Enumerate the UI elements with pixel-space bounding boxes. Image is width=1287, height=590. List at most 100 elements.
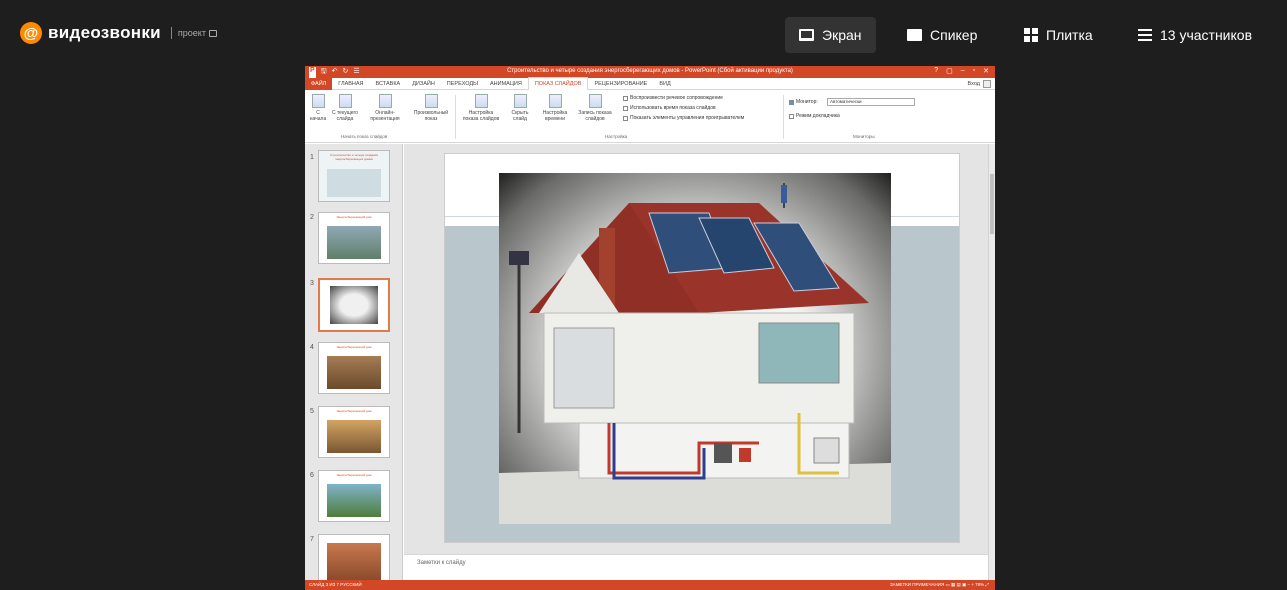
- checkbox-box: [789, 113, 794, 119]
- thumb-number: 6: [310, 472, 314, 479]
- slide-thumbnail[interactable]: Энергосберегающий дом: [318, 406, 390, 458]
- slide-thumbnail-pane: 1 Строительство и четыре создания энерго…: [305, 144, 403, 586]
- tab-home[interactable]: ГЛАВНАЯ: [332, 78, 369, 90]
- pp-window-controls: ? ▢ – ▫ ✕: [934, 67, 989, 75]
- record-slideshow-button[interactable]: Запись показа слайдов: [577, 94, 613, 122]
- pp-ribbon: С начала С текущего слайда Онлайн-презен…: [305, 91, 995, 143]
- notes-placeholder: Заметки к слайду: [417, 560, 466, 566]
- logo-subtitle: проект: [178, 28, 217, 38]
- slideshow-current-icon: [338, 94, 352, 108]
- slide-thumbnail[interactable]: Энергосберегающий дом: [318, 470, 390, 522]
- logo-sub-label: проект: [177, 28, 206, 38]
- custom-show-button[interactable]: Произвольный показ: [413, 94, 449, 122]
- close-icon[interactable]: ✕: [983, 67, 989, 75]
- energy-house-image: [499, 173, 891, 524]
- screen-icon: [799, 29, 814, 41]
- restore-icon[interactable]: ▫: [973, 67, 975, 75]
- tab-view[interactable]: ВИД: [653, 78, 676, 90]
- at-sign-logo-icon: @: [20, 22, 42, 44]
- slide-thumbnail[interactable]: Энергосберегающий дом: [318, 212, 390, 264]
- from-beginning-label: С начала: [309, 110, 327, 122]
- presenter-view-checkbox[interactable]: Режим докладчика: [789, 113, 840, 119]
- thumb-image: [327, 484, 381, 517]
- view-tile-button[interactable]: Плитка: [1010, 17, 1107, 53]
- hide-slide-icon: [513, 94, 527, 108]
- thumb-title: Энергосберегающий дом: [336, 345, 372, 349]
- monitor-select[interactable]: Автоматически: [827, 98, 915, 106]
- pp-sign-in[interactable]: Вход: [968, 80, 991, 88]
- pp-window-title: Строительство и четыре создания энергосб…: [507, 68, 793, 74]
- thumb-image: [327, 226, 381, 259]
- tab-transitions[interactable]: ПЕРЕХОДЫ: [441, 78, 484, 90]
- thumb-image: [327, 169, 381, 197]
- thumb-image: [327, 420, 381, 453]
- hide-slide-button[interactable]: Скрыть слайд: [507, 94, 533, 122]
- status-slide-info: СЛАЙД 3 ИЗ 7 РУССКИЙ: [309, 582, 362, 587]
- app-logo[interactable]: @ видеозвонки проект: [20, 22, 217, 44]
- tab-file[interactable]: ФАЙЛ: [305, 77, 333, 90]
- scrollbar-thumb[interactable]: [990, 174, 994, 234]
- checkbox-box: [623, 105, 628, 111]
- tab-review[interactable]: РЕЦЕНЗИРОВАНИЕ: [588, 78, 653, 90]
- current-slide[interactable]: [444, 153, 960, 543]
- thumb-number: 7: [310, 536, 314, 543]
- thumb-image: [327, 543, 381, 581]
- setup-slideshow-button[interactable]: Настройка показа слайдов: [461, 94, 501, 122]
- monitor-label: Монитор:: [789, 99, 818, 105]
- setup-icon: [474, 94, 488, 108]
- participants-label: 13 участников: [1160, 27, 1253, 43]
- top-bar: @ видеозвонки проект Экран Спикер Плитка…: [0, 0, 1287, 66]
- custom-show-label: Произвольный показ: [413, 110, 449, 122]
- tab-insert[interactable]: ВСТАВКА: [370, 78, 407, 90]
- thumb-title: Энергосберегающий дом: [336, 473, 372, 477]
- hide-slide-label: Скрыть слайд: [511, 110, 529, 122]
- thumb-title: Энергосберегающий дом: [336, 409, 372, 413]
- group-start-slideshow: Начать показ слайдов: [341, 134, 388, 139]
- tab-animations[interactable]: АНИМАЦИЯ: [484, 78, 528, 90]
- tile-icon: [1024, 28, 1038, 42]
- thumb-image: [327, 356, 381, 389]
- from-current-button[interactable]: С текущего слайда: [331, 94, 359, 122]
- media-controls-checkbox[interactable]: Показать элементы управления проигрывате…: [623, 115, 744, 121]
- from-beginning-button[interactable]: С начала: [309, 94, 327, 122]
- ribbon-separator: [455, 95, 456, 139]
- thumb-number: 2: [310, 214, 314, 221]
- record-slideshow-label: Запись показа слайдов: [578, 110, 612, 122]
- slide-thumbnail[interactable]: Строительство и четыре создания энергосб…: [318, 150, 390, 202]
- group-monitors: Мониторы: [853, 134, 875, 139]
- notes-pane[interactable]: [404, 554, 988, 580]
- checkbox-box: [623, 115, 628, 121]
- thumb-title: Энергосберегающий дом: [336, 215, 372, 219]
- slide-thumbnail[interactable]: Энергосберегающий дом: [318, 342, 390, 394]
- thumb-number: 5: [310, 408, 314, 415]
- rehearse-timings-button[interactable]: Настройка времени: [539, 94, 571, 122]
- online-present-icon: [378, 94, 392, 108]
- canvas-vertical-scrollbar[interactable]: [988, 144, 995, 580]
- narration-checkbox[interactable]: Воспроизвести речевое сопровождение: [623, 95, 723, 101]
- ribbon-display-icon[interactable]: ▢: [946, 67, 953, 75]
- view-speaker-button[interactable]: Спикер: [893, 17, 991, 53]
- mail-icon: [208, 29, 217, 37]
- view-tile-label: Плитка: [1046, 27, 1093, 43]
- participants-button[interactable]: 13 участников: [1124, 17, 1266, 53]
- group-setup: Настройка: [605, 134, 628, 139]
- sign-in-label: Вход: [967, 81, 980, 87]
- slide-thumbnail[interactable]: [318, 534, 390, 586]
- help-icon[interactable]: ?: [934, 67, 938, 75]
- tab-slideshow[interactable]: ПОКАЗ СЛАЙДОВ: [527, 77, 589, 90]
- logo-text: видеозвонки: [48, 23, 161, 42]
- view-screen-label: Экран: [822, 27, 862, 43]
- setup-slideshow-label: Настройка показа слайдов: [462, 110, 500, 122]
- checkbox-box: [623, 95, 628, 101]
- view-screen-button[interactable]: Экран: [785, 17, 876, 53]
- slide-thumbnail-selected[interactable]: [318, 278, 390, 332]
- status-view-controls[interactable]: ЗАМЕТКИ ПРИМЕЧАНИЯ ▭ ▦ ▤ ▣ – + 78% ⤢: [890, 580, 989, 590]
- shared-screen-powerpoint: P 🖫 ↶ ↻ ☰ Строительство и четыре создани…: [305, 66, 995, 590]
- from-current-label: С текущего слайда: [331, 110, 359, 122]
- minimize-icon[interactable]: –: [961, 67, 965, 75]
- online-presentation-button[interactable]: Онлайн-презентация: [367, 94, 403, 122]
- timings-checkbox[interactable]: Использовать время показа слайдов: [623, 105, 716, 111]
- slide-canvas: [404, 144, 995, 580]
- tab-design[interactable]: ДИЗАЙН: [406, 78, 441, 90]
- participants-list-icon: [1138, 29, 1152, 41]
